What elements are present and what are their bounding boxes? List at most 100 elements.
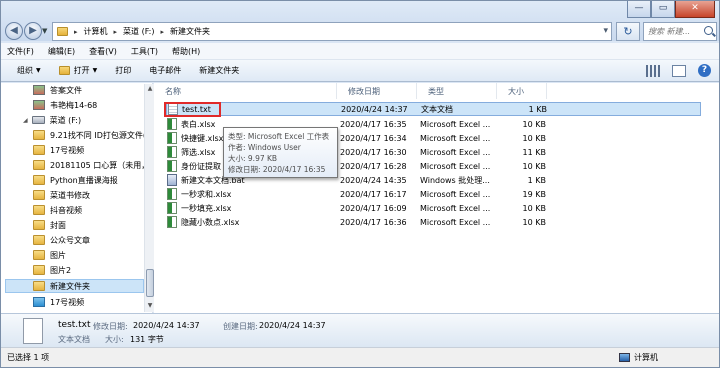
close-button[interactable]: ✕	[675, 1, 715, 18]
nav-item[interactable]: 韦艳梅14-68	[33, 98, 97, 112]
recent-pages-dropdown-icon[interactable]: ▼	[42, 27, 47, 35]
file-type: Microsoft Excel ...	[420, 217, 491, 227]
file-row[interactable]: 一秒填充.xlsx 2020/4/17 16:09 Microsoft Exce…	[166, 201, 701, 215]
forward-button[interactable]: ▶	[24, 22, 42, 40]
scroll-up-icon[interactable]: ▲	[146, 85, 154, 94]
file-row[interactable]: 隐藏小数点.xlsx 2020/4/17 16:36 Microsoft Exc…	[166, 215, 701, 229]
view-options-icon[interactable]	[646, 64, 660, 77]
excel-file-icon	[167, 216, 177, 228]
tooltip-type: 类型: Microsoft Excel 工作表	[228, 132, 330, 141]
excel-file-icon	[167, 132, 177, 144]
file-type: Microsoft Excel ...	[420, 189, 491, 199]
nav-item-label: Python直播课海报	[50, 175, 118, 185]
nav-item[interactable]: 菜道书修改	[33, 188, 90, 202]
status-location-label: 计算机	[634, 353, 658, 362]
minimize-button[interactable]: —	[627, 1, 651, 18]
details-filename: test.txt	[58, 320, 91, 330]
file-name: 一秒求和.xlsx	[181, 189, 232, 199]
collapse-icon[interactable]: ◢	[23, 117, 28, 124]
help-icon[interactable]: ?	[698, 64, 711, 77]
nav-item[interactable]: 9.21找不同 ID打包源文件(	[33, 128, 146, 142]
menu-bar: 文件(F) 编辑(E) 查看(V) 工具(T) 帮助(H)	[1, 43, 719, 60]
folder-icon	[33, 265, 45, 275]
library-icon	[33, 100, 45, 110]
email-button[interactable]: 电子邮件	[149, 65, 181, 76]
nav-item[interactable]: 答案文件	[33, 83, 82, 97]
menu-file[interactable]: 文件(F)	[7, 46, 34, 57]
nav-item-label: 公众号文章	[50, 235, 90, 245]
nav-item-drive[interactable]: ◢ 菜道 (F:)	[23, 113, 81, 127]
file-date: 2020/4/17 16:34	[340, 133, 407, 143]
nav-item[interactable]: 公众号文章	[33, 233, 90, 247]
organize-button[interactable]: 组织 ▼	[17, 65, 41, 76]
folder-icon	[33, 281, 45, 291]
folder-icon	[33, 130, 45, 140]
scrollbar-thumb[interactable]	[146, 269, 154, 297]
nav-item[interactable]: 17号视频	[33, 295, 84, 309]
breadcrumb-folder[interactable]: 新建文件夹	[170, 26, 210, 37]
folder-icon	[33, 235, 45, 245]
back-button[interactable]: ◀	[5, 22, 23, 40]
column-header-type[interactable]: 类型	[417, 83, 497, 99]
nav-scrollbar[interactable]: ▲ ▼	[144, 84, 154, 312]
nav-item-label: 17号视频	[50, 145, 85, 155]
file-type: Microsoft Excel ...	[420, 147, 491, 157]
nav-item[interactable]: 图片2	[33, 263, 71, 277]
file-row[interactable]: 一秒求和.xlsx 2020/4/17 16:17 Microsoft Exce…	[166, 187, 701, 201]
menu-view[interactable]: 查看(V)	[89, 46, 117, 57]
file-type: Windows 批处理...	[420, 175, 490, 185]
file-date: 2020/4/24 14:35	[340, 175, 407, 185]
nav-item-label: 封面	[50, 220, 66, 230]
file-name: 表白.xlsx	[181, 119, 216, 129]
file-type: Microsoft Excel ...	[420, 161, 491, 171]
nav-item-label: 图片2	[50, 265, 72, 275]
breadcrumb-chevron-icon[interactable]: ▸	[74, 28, 78, 36]
breadcrumb-drive[interactable]: 菜道 (F:)	[123, 26, 154, 37]
file-row-selected[interactable]: test.txt 2020/4/24 14:37 文本文档 1 KB	[166, 102, 701, 116]
address-bar[interactable]: ▸ 计算机 ▸ 菜道 (F:) ▸ 新建文件夹 ▾	[52, 22, 612, 41]
print-button[interactable]: 打印	[115, 65, 131, 76]
menu-tools[interactable]: 工具(T)	[131, 46, 158, 57]
column-label: 名称	[165, 86, 181, 96]
nav-item[interactable]: Python直播课海报	[33, 173, 118, 187]
video-folder-icon	[33, 297, 45, 307]
nav-item-selected[interactable]: 新建文件夹	[5, 279, 144, 293]
details-pane: test.txt 修改日期: 2020/4/24 14:37 创建日期: 202…	[1, 313, 719, 347]
address-dropdown-icon[interactable]: ▾	[603, 26, 608, 36]
nav-item-label: 图片	[50, 250, 66, 260]
details-size: 131 字节	[130, 335, 164, 344]
nav-item-label: 菜道 (F:)	[49, 115, 82, 125]
nav-item[interactable]: 17号视频	[33, 143, 84, 157]
nav-item[interactable]: 抖音视频	[33, 203, 82, 217]
scroll-down-icon[interactable]: ▼	[146, 302, 154, 311]
refresh-icon: ↻	[623, 25, 633, 38]
column-header-modified[interactable]: 修改日期	[337, 83, 417, 99]
search-input[interactable]: 搜索 新建...	[643, 22, 717, 41]
maximize-button[interactable]: ▭	[651, 1, 675, 18]
tooltip-modified: 修改日期: 2020/4/17 16:35	[228, 165, 326, 174]
file-date: 2020/4/24 14:37	[341, 104, 408, 114]
nav-item-label: 9.21找不同 ID打包源文件(	[50, 130, 146, 140]
open-button[interactable]: 打开 ▼	[58, 65, 97, 76]
file-size: 11 KB	[522, 147, 546, 157]
column-label: 修改日期	[348, 86, 380, 96]
details-size-label: 大小:	[105, 335, 124, 344]
file-size: 10 KB	[522, 217, 546, 227]
new-folder-button[interactable]: 新建文件夹	[199, 65, 239, 76]
menu-help[interactable]: 帮助(H)	[172, 46, 200, 57]
file-size: 10 KB	[522, 203, 546, 213]
folder-icon	[33, 190, 45, 200]
menu-edit[interactable]: 编辑(E)	[48, 46, 75, 57]
nav-item[interactable]: 20181105 口心算（未用，	[33, 158, 149, 172]
status-location: 计算机	[619, 352, 658, 363]
refresh-button[interactable]: ↻	[616, 22, 640, 41]
nav-item[interactable]: 图片	[33, 248, 66, 262]
breadcrumb-chevron-icon[interactable]: ▸	[114, 28, 118, 36]
column-header-name[interactable]: 名称	[154, 83, 337, 99]
breadcrumb-computer[interactable]: 计算机	[84, 26, 108, 37]
preview-pane-icon[interactable]	[672, 64, 686, 77]
file-type: Microsoft Excel ...	[420, 119, 491, 129]
nav-item[interactable]: 封面	[33, 218, 66, 232]
breadcrumb-chevron-icon[interactable]: ▸	[161, 28, 165, 36]
column-header-size[interactable]: 大小	[497, 83, 547, 99]
